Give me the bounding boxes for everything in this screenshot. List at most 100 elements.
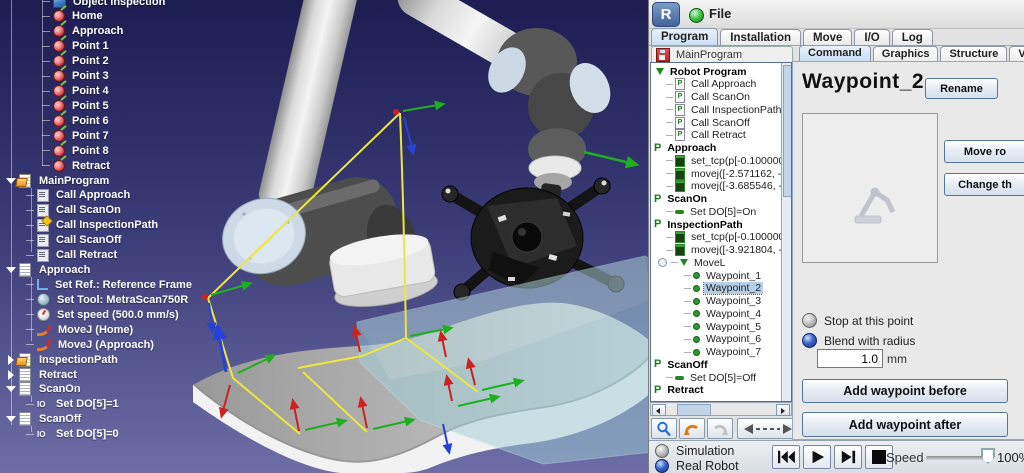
program-node-waypoint-7[interactable]: Waypoint_7 [653,346,763,359]
program-node-inspectionpath[interactable]: PInspectionPath [653,218,745,231]
redo-button[interactable] [707,418,733,439]
program-node-waypoint-1[interactable]: Waypoint_1 [653,269,763,282]
program-node-set-do-5-off[interactable]: Set DO[5]=Off [653,371,758,384]
real-robot-radio[interactable]: Real Robot [655,459,739,473]
file-menu[interactable]: File [709,6,731,21]
tree-item-scanoff[interactable]: ScanOff [5,412,81,427]
program-node-waypoint-4[interactable]: Waypoint_4 [653,307,763,320]
tab-var[interactable]: Var [1009,46,1024,62]
tree-item-point-5[interactable]: Point 5 [42,98,109,113]
tree-item-scanon[interactable]: ScanOn [5,382,81,397]
program-file-tab[interactable]: MainProgram [651,46,793,63]
program-node-waypoint-5[interactable]: Waypoint_5 [653,320,763,333]
program-node-waypoint-6[interactable]: Waypoint_6 [653,333,763,346]
tree-item-set-do-5-1[interactable]: IOSet DO[5]=1 [26,397,119,412]
program-node-robot-program[interactable]: Robot Program [653,65,748,78]
step-navigation-button[interactable] [737,418,799,439]
simulation-radio[interactable]: Simulation [655,444,734,458]
stop-at-point-radio[interactable]: Stop at this point [802,313,913,328]
tree-item-point-3[interactable]: Point 3 [42,69,109,84]
tree-item-point-2[interactable]: Point 2 [42,54,109,69]
collapse-icon[interactable] [5,265,17,275]
change-waypoint-button[interactable]: Change th [944,173,1024,196]
tree-item-call-scanoff[interactable]: Call ScanOff [26,233,121,248]
scrollbar-thumb[interactable] [783,65,792,197]
step-forward-button[interactable] [834,445,862,469]
program-node-movej-3-921804-2-0[interactable]: movej([-3.921804, -2.0 [653,244,792,257]
tree-item-retract[interactable]: Retract [5,367,77,382]
tree-item-point-7[interactable]: Point 7 [42,128,109,143]
collapse-icon[interactable] [5,414,17,424]
collapse-icon[interactable] [5,384,17,394]
program-node-call-approach[interactable]: PCall Approach [653,78,758,91]
tree-item-set-tool-metrascan750r[interactable]: Set Tool: MetraScan750R [26,292,188,307]
add-waypoint-before-button[interactable]: Add waypoint before [802,379,1008,403]
scroll-left-icon[interactable] [652,404,666,416]
program-node-call-inspectionpath[interactable]: PCall InspectionPath [653,103,783,116]
program-node-movel[interactable]: MoveL [653,256,728,269]
program-node-set-tcp-p-0-100000-0[interactable]: set_tcp(p[-0.100000, 0 [653,231,792,244]
tree-item-approach[interactable]: Approach [5,263,90,278]
tree-item-movej-home-[interactable]: MoveJ (Home) [26,322,133,337]
play-button[interactable] [803,445,831,469]
program-node-retract[interactable]: PRetract [653,384,706,397]
speed-slider-thumb[interactable] [981,448,995,464]
program-node-label: Retract [665,384,705,396]
program-node-waypoint-2[interactable]: Waypoint_2 [653,282,763,295]
program-node-scanon[interactable]: PScanOn [653,193,709,206]
search-button[interactable] [651,418,677,439]
skip-to-start-button[interactable] [772,445,800,469]
tab-graphics[interactable]: Graphics [873,46,939,62]
vertical-scrollbar[interactable] [781,63,791,401]
collapse-handle-icon[interactable] [658,258,667,267]
tree-item-set-ref-reference-frame[interactable]: Set Ref.: Reference Frame [26,277,192,292]
tab-command[interactable]: Command [799,45,871,62]
tree-item-call-retract[interactable]: Call Retract [26,248,117,263]
program-node-set-do-5-on[interactable]: Set DO[5]=On [653,205,758,218]
program-node-movej-2-571162-1-1[interactable]: movej([-2.571162, -1.1 [653,167,792,180]
tree-item-label: Object Inspection [73,0,165,8]
scrollbar-thumb[interactable] [677,404,711,416]
program-node-call-scanon[interactable]: PCall ScanOn [653,91,752,104]
program-node-movej-3-685546-1-5[interactable]: movej([-3.685546, -1.5 [653,180,792,193]
program-node-approach[interactable]: PApproach [653,142,718,155]
undo-button[interactable] [679,418,705,439]
tree-item-call-scanon[interactable]: Call ScanOn [26,203,121,218]
speed-slider[interactable] [926,456,984,460]
tree-item-label: MainProgram [39,175,109,187]
tree-item-mainprogram[interactable]: MainProgram [5,173,109,188]
tree-item-approach[interactable]: Approach [42,24,123,39]
program-node-scanoff[interactable]: PScanOff [653,358,710,371]
blend-radius-radio[interactable]: Blend with radius [802,333,915,348]
program-node-icon [656,68,664,75]
tree-item-point-1[interactable]: Point 1 [42,39,109,54]
tree-item-set-speed-500-0-mm-s-[interactable]: Set speed (500.0 mm/s) [26,307,179,322]
tree-item-movej-approach-[interactable]: MoveJ (Approach) [26,337,154,352]
program-node-label: Waypoint_2 [704,282,763,294]
p-icon: P [654,359,661,370]
tree-item-point-4[interactable]: Point 4 [42,84,109,99]
expand-icon[interactable] [5,370,17,380]
tree-item-call-inspectionpath[interactable]: Call InspectionPath [26,218,158,233]
add-waypoint-after-button[interactable]: Add waypoint after [802,412,1008,437]
tree-item-point-8[interactable]: Point 8 [42,143,109,158]
scroll-right-icon[interactable] [776,404,790,416]
program-node-set-tcp-p-0-100000-0[interactable]: set_tcp(p[-0.100000, 0 [653,154,792,167]
viewport-3d[interactable]: Object InspectionHomeApproachPoint 1Poin… [0,0,648,473]
tree-item-set-do-5-0[interactable]: IOSet DO[5]=0 [26,427,119,442]
program-node-waypoint-3[interactable]: Waypoint_3 [653,295,763,308]
tab-structure[interactable]: Structure [940,46,1007,62]
blend-radius-input[interactable] [817,349,883,368]
program-node-call-scanoff[interactable]: PCall ScanOff [653,116,752,129]
horizontal-scrollbar[interactable] [650,402,792,416]
tree-item-point-6[interactable]: Point 6 [42,113,109,128]
tree-item-retract[interactable]: Retract [42,158,110,173]
tree-item-inspectionpath[interactable]: InspectionPath [5,352,118,367]
move-robot-button[interactable]: Move ro [944,140,1024,163]
program-node-label: Call ScanOff [689,117,752,129]
tree-item-label: Set DO[5]=0 [56,428,119,440]
rename-button[interactable]: Rename [925,78,998,99]
tree-item-home[interactable]: Home [42,9,103,24]
program-node-call-retract[interactable]: PCall Retract [653,129,748,142]
tree-item-call-approach[interactable]: Call Approach [26,188,130,203]
